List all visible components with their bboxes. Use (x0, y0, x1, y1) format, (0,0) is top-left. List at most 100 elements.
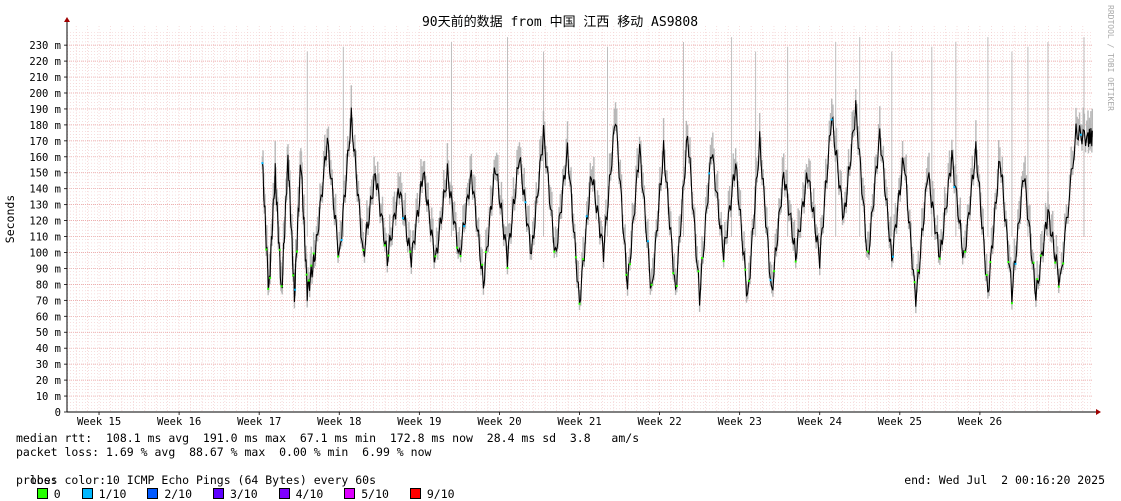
y-tick-label: 30 m (36, 359, 61, 371)
y-tick-label: 150 m (29, 168, 61, 180)
loss-point (628, 263, 631, 266)
loss-point (1079, 133, 1082, 136)
y-tick-label: 40 m (36, 343, 61, 355)
y-tick-label: 20 m (36, 375, 61, 387)
end-timestamp: end: Wed Jul 2 00:16:20 2025 (904, 473, 1105, 487)
x-tick-label: Week 19 (397, 416, 441, 428)
loss-point (340, 238, 343, 241)
y-tick-label: 70 m (36, 295, 61, 307)
y-tick-label: 90 m (36, 263, 61, 275)
loss-point (578, 302, 581, 305)
loss-point (1062, 262, 1065, 265)
y-tick-label: 170 m (29, 136, 61, 148)
loss-point (310, 264, 313, 267)
loss-point (1007, 261, 1010, 264)
loss-point (708, 172, 711, 175)
loss-point (697, 270, 700, 273)
loss-point (278, 248, 281, 251)
loss-color-swatch-label: 2/10 (164, 487, 193, 501)
loss-point (434, 255, 437, 258)
loss-color-item: 4/10 (278, 487, 323, 501)
loss-point (1032, 261, 1035, 264)
x-tick-label: Week 17 (237, 416, 281, 428)
y-axis-arrow (64, 17, 70, 22)
loss-color-item: 5/10 (344, 487, 389, 501)
loss-point (506, 266, 509, 269)
y-tick-label: 220 m (29, 56, 61, 68)
x-tick-label: Week 18 (317, 416, 361, 428)
loss-point (280, 285, 283, 288)
loss-point (484, 250, 487, 253)
loss-point (481, 263, 484, 266)
y-tick-label: 160 m (29, 152, 61, 164)
loss-point (794, 260, 797, 263)
loss-point (292, 274, 295, 277)
x-tick-label: Week 23 (718, 416, 762, 428)
x-tick-label: Week 22 (637, 416, 681, 428)
loss-point (295, 250, 298, 253)
y-axis-label: Seconds (3, 195, 17, 243)
loss-point (1057, 285, 1060, 288)
loss-point (769, 279, 772, 282)
loss-point (989, 261, 992, 264)
grid-lines (67, 26, 1092, 413)
y-tick-label: 200 m (29, 88, 61, 100)
loss-point (574, 256, 577, 259)
loss-color-swatch-label: 9/10 (426, 487, 455, 501)
loss-point (650, 283, 653, 286)
loss-point (773, 270, 776, 273)
probe-info: probe: 10 ICMP Echo Pings (64 Bytes) eve… (16, 473, 377, 487)
y-tick-label: 230 m (29, 40, 61, 52)
smokeping-chart: 0 10 m 20 m 30 m 40 m 50 m 60 m 70 m 80 m 90 m 100… (3, 5, 1115, 428)
y-tick-label: 210 m (29, 72, 61, 84)
loss-point (866, 250, 869, 253)
loss-point (463, 225, 466, 228)
loss-point (312, 252, 315, 255)
loss-point (672, 272, 675, 275)
loss-point (744, 268, 747, 271)
loss-color-item: 9/10 (409, 487, 455, 501)
loss-point (305, 273, 308, 276)
y-tick-label: 80 m (36, 279, 61, 291)
loss-point (985, 273, 988, 276)
loss-color-item: 1/10 (81, 487, 127, 501)
loss-point (401, 217, 404, 220)
loss-color-item: 2/10 (147, 487, 192, 501)
y-tick-label: 120 m (29, 216, 61, 228)
loss-point (362, 249, 365, 252)
loss-color-swatch-label: 1/10 (98, 487, 127, 501)
loss-point (701, 257, 704, 260)
loss-point (387, 254, 390, 257)
loss-color-swatches: 0 1/10 2/10 3/10 4/10 5/10 9/10 (30, 487, 469, 501)
x-tick-label: Week 25 (878, 416, 922, 428)
loss-point (294, 288, 297, 291)
loss-point (892, 255, 895, 258)
rrdtool-watermark: RRDTOOL / TOBI OETIKER (1106, 5, 1115, 111)
y-tick-label: 100 m (29, 247, 61, 259)
loss-point (1036, 278, 1039, 281)
loss-point (582, 258, 585, 261)
loss-point (830, 118, 833, 121)
loss-color-legend: loss color: 0 1/10 2/10 3/10 4/10 5/10 9… (16, 459, 469, 501)
loss-color-item: 0 (36, 487, 61, 501)
loss-point (964, 250, 967, 253)
chart-title: 90天前的数据 from 中国 江西 移动 AS9808 (422, 14, 698, 30)
loss-point (675, 284, 678, 287)
loss-point (265, 248, 268, 251)
x-tick-label: Week 16 (157, 416, 201, 428)
x-tick-label: Week 24 (798, 416, 842, 428)
loss-point (625, 273, 628, 276)
loss-point (261, 162, 264, 165)
y-tick-label: 50 m (36, 327, 61, 339)
loss-point (938, 257, 941, 260)
x-tick-label: Week 15 (77, 416, 121, 428)
loss-point (269, 276, 272, 279)
y-tick-label: 60 m (36, 311, 61, 323)
loss-point (747, 279, 750, 282)
loss-point (409, 250, 412, 253)
loss-point (553, 250, 556, 253)
loss-point (267, 287, 270, 290)
x-tick-label: Week 20 (477, 416, 521, 428)
loss-point (455, 246, 458, 249)
y-tick-label: 180 m (29, 120, 61, 132)
